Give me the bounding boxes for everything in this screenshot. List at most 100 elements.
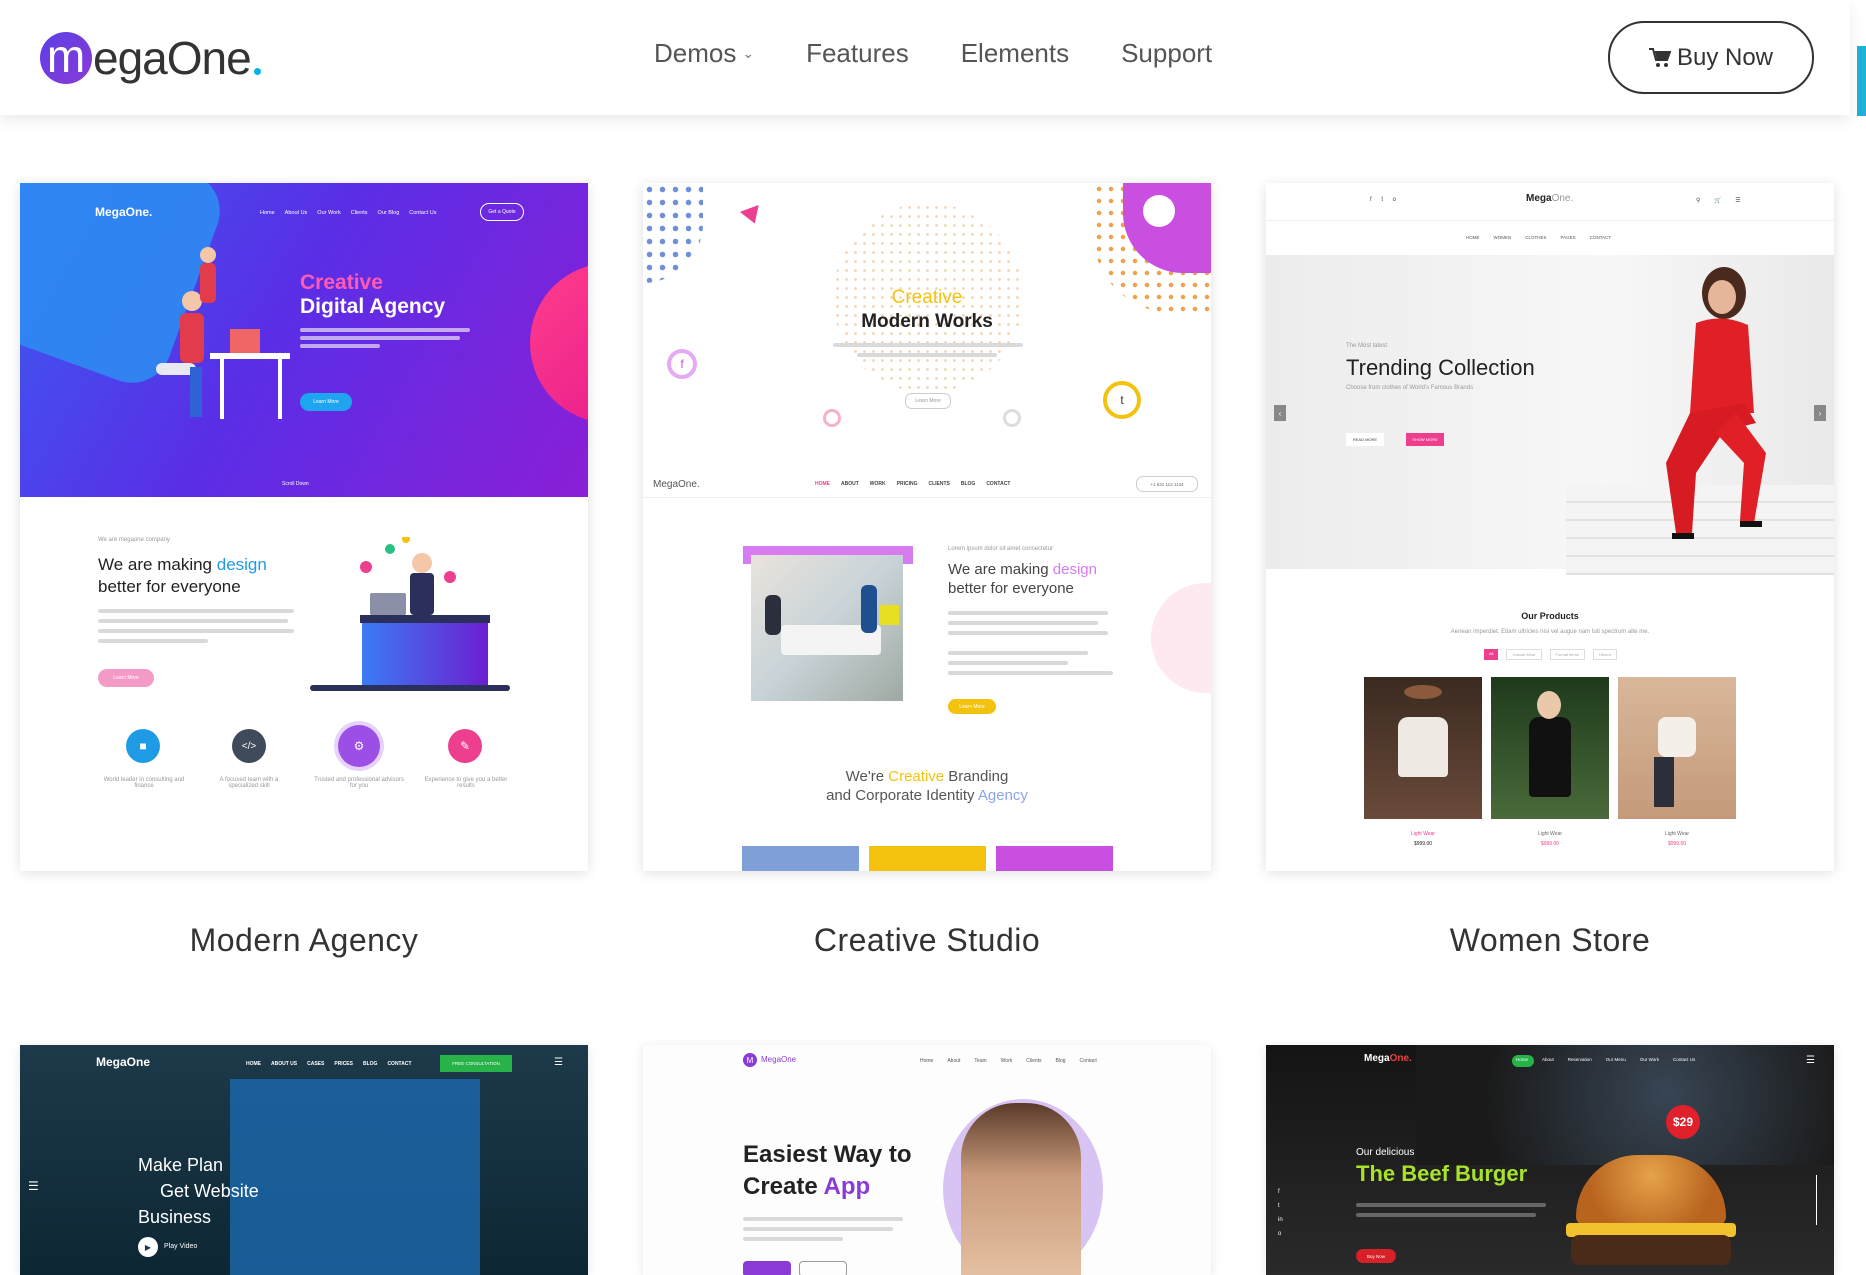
preview-tagline-small: We are megaone company xyxy=(98,537,170,543)
preview-lower-button: Learn More xyxy=(98,669,154,687)
edit-icon: ✎ xyxy=(448,729,482,763)
preview-hero-sub: Choose from clothes of World's Famous Br… xyxy=(1346,385,1474,391)
social-icons: f t o xyxy=(1370,197,1401,203)
preview-hero: The Most latest Trending Collection Choo… xyxy=(1266,255,1834,575)
preview-lower: We are megaone company We are making des… xyxy=(20,497,588,871)
main-nav: Demos ⌄ Features Elements Support xyxy=(654,38,1264,69)
preview-tagline-a: We are making xyxy=(98,555,217,574)
preview-menu-item: WOMEN xyxy=(1493,235,1512,240)
preview-menu-item: BLOG xyxy=(362,1061,378,1067)
preview-menu-item: Contact Us xyxy=(409,210,437,216)
demo-card-restaurant[interactable]: MegaOne. Home About Reservation Our Menu… xyxy=(1266,1045,1834,1275)
preview-menu-item: Clients xyxy=(350,210,368,216)
feature-text: A focused team with a specialized skill xyxy=(219,777,279,789)
preview-menu-item: About Us xyxy=(284,210,308,216)
preview-cta: FREE CONSULTATION xyxy=(440,1055,512,1072)
preview-text-line xyxy=(857,353,997,357)
demo-card-creative-studio[interactable]: Creative Modern Works Learn More f t Meg… xyxy=(643,183,1211,871)
demo-title-modern-agency[interactable]: Modern Agency xyxy=(20,922,588,959)
preview-menu-item: Home xyxy=(1516,1057,1529,1062)
demo-card-app[interactable]: M MegaOne Home About Team Work Clients B… xyxy=(643,1045,1211,1275)
decorative-ring xyxy=(1003,409,1021,427)
preview-hero-title: Digital Agency xyxy=(300,295,446,318)
demo-title-women-store[interactable]: Women Store xyxy=(1266,922,1834,959)
filter-chip: Formal Items xyxy=(1549,649,1585,660)
buy-now-button[interactable]: Buy Now xyxy=(1608,21,1814,94)
preview-menu-item: Clients xyxy=(1026,1058,1042,1064)
divider xyxy=(643,497,1211,498)
preview-hero: MegaOne. Home About Us Our Work Clients … xyxy=(20,183,588,497)
preview-products-sub: Aenean imperdiet. Etiam ultricies nisi v… xyxy=(1450,629,1650,635)
preview-brand-b: One. xyxy=(1551,193,1574,204)
preview-brand-line-b: Branding xyxy=(944,768,1009,785)
feature-text: Trusted and professional advisors for yo… xyxy=(314,777,404,789)
social-icons: f t in o xyxy=(1278,1189,1283,1237)
head-shape xyxy=(1537,691,1561,719)
preview-hero-accent: Creative xyxy=(891,287,963,308)
preview-menu: HOME ABOUT WORK PRICING CLIENTS BLOG CON… xyxy=(815,481,1010,487)
preview-text-line xyxy=(743,1237,843,1241)
feature-text: World leader in consulting and finance xyxy=(103,777,185,789)
play-icon: ▶ xyxy=(138,1237,158,1257)
demo-title-creative-studio[interactable]: Creative Studio xyxy=(643,922,1211,959)
logo-mark: m xyxy=(40,32,92,84)
preview-menu-item: Work xyxy=(1000,1058,1013,1064)
preview-menu-item: PAGES xyxy=(1560,235,1576,240)
demo-card-women-store[interactable]: f t o MegaOne. ⚲ 🛒 ☰ HOME WOMEN CLOTHES … xyxy=(1266,183,1834,871)
preview-text-line xyxy=(948,661,1068,665)
scrollbar-thumb[interactable] xyxy=(1857,46,1866,116)
slider-dots xyxy=(1816,1175,1821,1225)
code-icon: </> xyxy=(232,729,266,763)
person-photo xyxy=(961,1103,1081,1275)
preview-phone: +1 631 112 1134 xyxy=(1136,476,1198,492)
nav-elements[interactable]: Elements xyxy=(961,38,1069,69)
product-image xyxy=(1364,677,1482,819)
office-photo xyxy=(751,555,903,701)
background-blur xyxy=(1416,1045,1834,1165)
megaone-logo[interactable]: m egaOne xyxy=(40,26,261,90)
model-illustration xyxy=(1666,267,1766,539)
preview-brand-line-a: We're xyxy=(845,768,889,785)
service-tile xyxy=(869,846,986,871)
demo-card-business[interactable]: MegaOne HOME ABOUT US CASES PRICES BLOG … xyxy=(20,1045,588,1275)
facebook-icon: f xyxy=(667,349,697,379)
garment-shape xyxy=(1529,717,1571,797)
folder-icon: ■ xyxy=(126,729,160,763)
preview-menu-item: Our Work xyxy=(317,210,341,216)
preview-menu-item: ABOUT US xyxy=(271,1061,298,1067)
decorative-panel xyxy=(230,1079,480,1275)
preview-menu-item: CASES xyxy=(307,1061,325,1067)
decorative-triangle xyxy=(739,205,765,227)
demo-card-modern-agency[interactable]: MegaOne. Home About Us Our Work Clients … xyxy=(20,183,588,871)
preview-brand-line2-accent: Agency xyxy=(977,787,1028,804)
decorative-circle xyxy=(530,263,588,423)
gear-icon: ⚙ xyxy=(338,725,380,767)
product-name: Light Wear xyxy=(1664,831,1690,837)
product-name: Light Wear xyxy=(1410,831,1436,837)
preview-menu-item: WORK xyxy=(869,481,886,487)
product-price: $999.00 xyxy=(1667,841,1687,847)
preview-menu-item: PRICING xyxy=(896,481,918,487)
decorative-dots xyxy=(643,183,703,283)
chevron-down-icon: ⌄ xyxy=(742,45,755,61)
preview-hero-title: Trending Collection xyxy=(1346,355,1535,380)
preview-text-line xyxy=(833,343,1023,347)
preview-text-line xyxy=(948,671,1113,675)
preview-button: Buy Now xyxy=(1356,1249,1396,1263)
nav-demos[interactable]: Demos ⌄ xyxy=(654,38,754,69)
filter-chip: All xyxy=(1484,649,1499,660)
preview-filters: All Casual Wear Formal Items Others xyxy=(1484,649,1617,660)
garment-shape xyxy=(1658,717,1696,757)
preview-menu-item: PRICES xyxy=(334,1061,353,1067)
preview-headline-accent: App xyxy=(823,1173,871,1200)
nav-features[interactable]: Features xyxy=(806,38,909,69)
person-shape xyxy=(861,585,877,633)
product-price: $999.00 xyxy=(1413,841,1433,847)
preview-brand: MegaOne. xyxy=(1364,1053,1412,1064)
preview-line2: Get Website xyxy=(160,1181,259,1201)
preview-text-line xyxy=(948,631,1108,635)
buy-now-label: Buy Now xyxy=(1676,43,1774,71)
preview-text-line xyxy=(743,1227,893,1231)
nav-support[interactable]: Support xyxy=(1121,38,1212,69)
preview-menu-item: Our Blog xyxy=(377,210,400,216)
